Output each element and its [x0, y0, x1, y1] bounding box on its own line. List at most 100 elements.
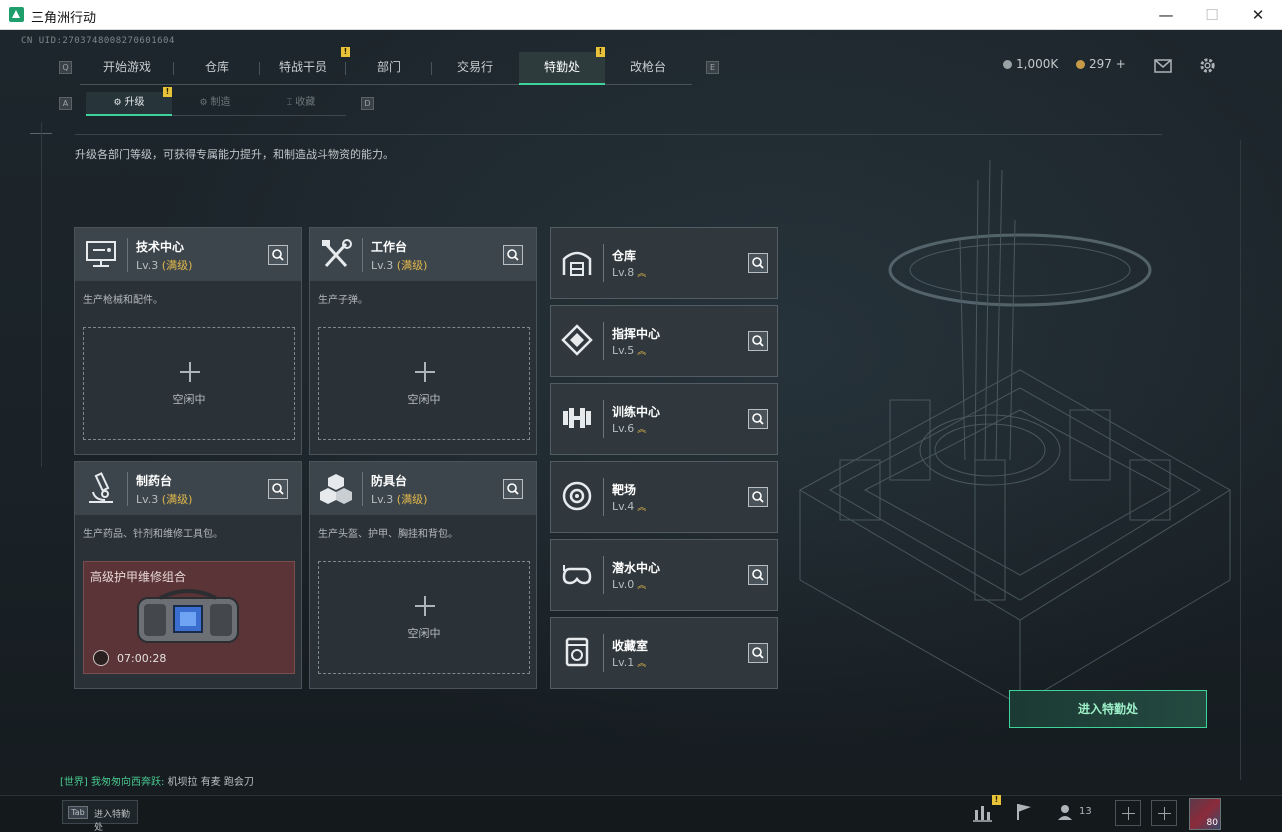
- tab-start-game[interactable]: 开始游戏: [80, 52, 174, 85]
- row-separator: [603, 244, 604, 282]
- facility-description: 生产子弹。: [318, 295, 368, 306]
- inspect-button[interactable]: [748, 253, 768, 273]
- chat-text: 机坝拉 有麦 跑会刀: [164, 777, 254, 788]
- facility-name: 收藏室: [612, 639, 649, 653]
- facility-card-armor-bench[interactable]: 防具台 Lv.3 (满级) 生产头盔、护甲、胸挂和背包。 空闲中: [309, 461, 537, 689]
- nav-prev-key[interactable]: Q: [59, 61, 72, 74]
- subtab-upgrade[interactable]: ⚙ 升级 !: [86, 87, 172, 116]
- notification-badge: !: [992, 795, 1001, 805]
- premium-balance[interactable]: 297 +: [1076, 57, 1126, 71]
- maximize-button[interactable]: ☐: [1189, 0, 1235, 30]
- world-chat-message[interactable]: [世界] 我匆匆向西奔跃: 机坝拉 有麦 跑会刀: [60, 773, 254, 788]
- card-header: 制药台 Lv.3 (满级): [75, 462, 301, 515]
- premium-coin-icon: [1076, 60, 1085, 69]
- facility-card-pharmacy[interactable]: 制药台 Lv.3 (满级) 生产药品、针剂和维修工具包。 高级护甲维修组合 07…: [74, 461, 302, 689]
- divider: [75, 134, 1162, 135]
- inspect-button[interactable]: [748, 487, 768, 507]
- collection-icon: [565, 637, 589, 667]
- subtab-collection[interactable]: ⌶ 收藏: [258, 92, 344, 116]
- tab-special-ops[interactable]: 特勤处 !: [519, 47, 605, 85]
- flag-button[interactable]: [1010, 798, 1038, 826]
- search-icon: [272, 249, 284, 261]
- facility-level: Lv.5 ︽: [612, 344, 647, 357]
- tab-trade[interactable]: 交易行: [432, 52, 518, 85]
- subnav-next-key[interactable]: D: [361, 97, 374, 110]
- header-separator: [127, 238, 128, 272]
- window-titlebar: 三角洲行动 — ☐ ✕: [0, 0, 1282, 30]
- subnav-prev-key[interactable]: A: [59, 97, 72, 110]
- player-avatar[interactable]: 80: [1189, 798, 1221, 830]
- inspect-button[interactable]: [268, 245, 288, 265]
- tab-label: 部门: [376, 60, 401, 74]
- friends-button[interactable]: 13: [1055, 798, 1095, 826]
- friends-count: 13: [1079, 806, 1092, 817]
- facility-row-training-center[interactable]: 训练中心 Lv.6 ︽: [550, 383, 778, 455]
- idle-slot[interactable]: 空闲中: [318, 327, 530, 440]
- add-slot-button[interactable]: [1115, 800, 1141, 826]
- facility-card-workbench[interactable]: 工作台 Lv.3 (满级) 生产子弹。 空闲中: [309, 227, 537, 455]
- subtab-label: 升级: [124, 97, 145, 108]
- card-header: 工作台 Lv.3 (满级): [310, 228, 536, 281]
- idle-slot[interactable]: 空闲中: [83, 327, 295, 440]
- inspect-button[interactable]: [748, 565, 768, 585]
- microscope-icon: [89, 472, 113, 503]
- facility-row-command-center[interactable]: 指挥中心 Lv.5 ︽: [550, 305, 778, 377]
- search-icon: [752, 491, 764, 503]
- idle-text: 空闲中: [172, 393, 206, 406]
- facility-card-tech-center[interactable]: 技术中心 Lv.3 (满级) 生产枪械和配件。 空闲中: [74, 227, 302, 455]
- subtab-craft[interactable]: ⚙ 制造: [172, 92, 258, 116]
- add-slot-button[interactable]: [1151, 800, 1177, 826]
- facility-name: 工作台: [371, 240, 408, 254]
- mail-icon[interactable]: [1154, 59, 1172, 73]
- friends-icon: [1058, 805, 1072, 820]
- inspect-button[interactable]: [503, 479, 523, 499]
- idle-slot[interactable]: 空闲中: [318, 561, 530, 674]
- bottom-bar: Tab 进入特勤处 ! 13 80: [0, 795, 1282, 832]
- coin-amount: 1,000K: [1016, 57, 1059, 71]
- facility-description: 生产枪械和配件。: [83, 295, 163, 306]
- upgradeable-arrow-icon: ︽: [637, 269, 647, 279]
- chat-sender: [世界] 我匆匆向西奔跃:: [60, 777, 165, 788]
- inspect-button[interactable]: [748, 643, 768, 663]
- timer-icon: [93, 650, 109, 666]
- inspect-button[interactable]: [268, 479, 288, 499]
- tab-warehouse[interactable]: 仓库: [174, 52, 260, 85]
- plus-icon: [415, 596, 435, 616]
- facility-name: 训练中心: [612, 405, 661, 419]
- tab-label: 交易行: [456, 60, 493, 74]
- plus-icon: [180, 362, 200, 382]
- facility-row-collection-room[interactable]: 收藏室 Lv.1 ︽: [550, 617, 778, 689]
- coin-icon: [1003, 60, 1012, 69]
- frame-line: [41, 122, 42, 467]
- base-schematic-illustration: [798, 160, 1231, 706]
- enter-special-ops-button[interactable]: 进入特勤处: [1009, 690, 1207, 728]
- game-viewport: CN UID:2703748008270601604 Q 开始游戏 仓库 特战干…: [0, 30, 1282, 832]
- sub-nav: ⚙ 升级 ! ⚙ 制造 ⌶ 收藏: [86, 87, 346, 116]
- search-icon: [507, 483, 519, 495]
- facility-row-warehouse[interactable]: 仓库 Lv.8 ︽: [550, 227, 778, 299]
- inspect-button[interactable]: [748, 331, 768, 351]
- target-icon: [562, 481, 592, 511]
- header-separator: [127, 472, 128, 506]
- facility-name: 防具台: [371, 474, 408, 488]
- upgrade-icon: ⚙: [113, 98, 122, 108]
- crafting-slot[interactable]: 高级护甲维修组合 07:00:28: [83, 561, 295, 674]
- inspect-button[interactable]: [503, 245, 523, 265]
- facility-row-diving-center[interactable]: 潜水中心 Lv.0 ︽: [550, 539, 778, 611]
- player-level: 80: [1206, 818, 1218, 828]
- minimize-button[interactable]: —: [1143, 0, 1189, 30]
- close-button[interactable]: ✕: [1235, 0, 1281, 30]
- facility-row-shooting-range[interactable]: 靶场 Lv.4 ︽: [550, 461, 778, 533]
- tab-operators[interactable]: 特战干员 !: [260, 47, 350, 85]
- inspect-button[interactable]: [748, 409, 768, 429]
- nav-next-key[interactable]: E: [706, 61, 719, 74]
- upgradeable-arrow-icon: ︽: [637, 659, 647, 669]
- tab-department[interactable]: 部门: [346, 52, 432, 85]
- tab-gunsmith[interactable]: 改枪台: [605, 52, 691, 85]
- tab-key: Tab: [68, 806, 88, 819]
- coin-balance[interactable]: 1,000K: [1003, 57, 1058, 71]
- stats-button[interactable]: !: [969, 795, 1001, 826]
- facility-name: 技术中心: [136, 240, 185, 254]
- settings-gear-icon[interactable]: [1198, 56, 1217, 75]
- enter-special-ops-hotkey[interactable]: Tab 进入特勤处: [62, 800, 138, 832]
